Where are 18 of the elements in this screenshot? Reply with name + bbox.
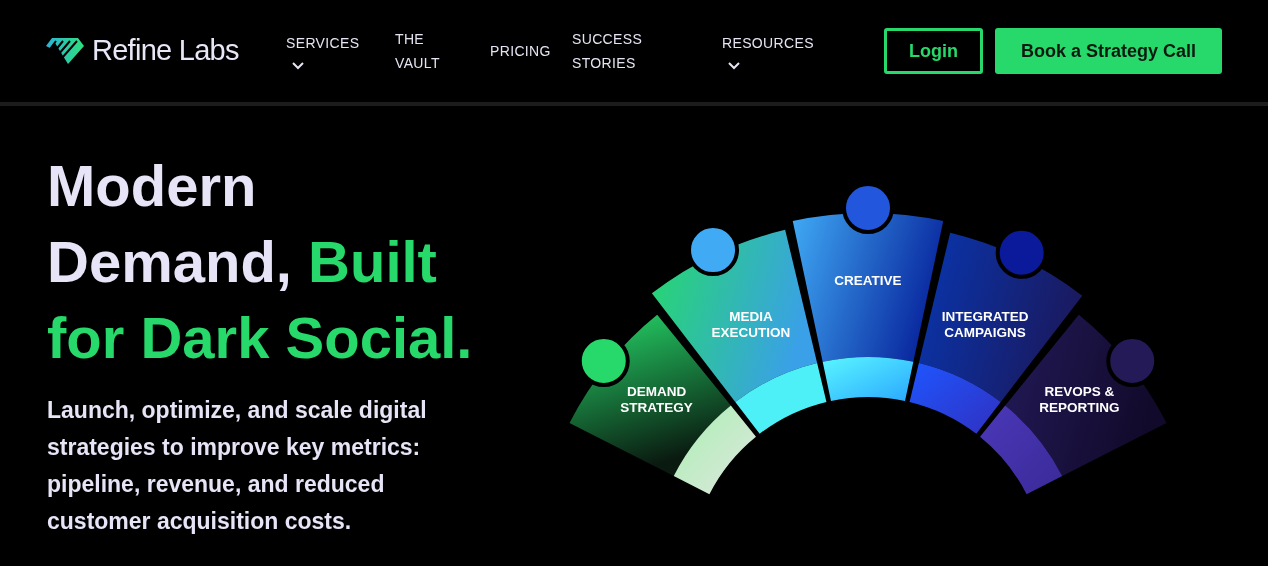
book-call-button[interactable]: Book a Strategy Call — [994, 28, 1222, 74]
headline: Modern Demand, Built for Dark Social. — [47, 152, 474, 372]
segment-label: CREATIVE — [834, 273, 902, 288]
segment-label: REVOPS & REPORTING — [1039, 383, 1120, 415]
nav-link[interactable]: RESOURCES — [722, 31, 842, 71]
segment-label: DEMAND STRATEGY — [620, 383, 693, 415]
logo-icon — [46, 38, 84, 64]
segment-label: INTEGRATED CAMPAIGNS — [941, 309, 1029, 341]
nav-link[interactable]: SERVICES — [286, 31, 395, 71]
login-button[interactable]: Login — [883, 28, 983, 74]
chevron-down-icon[interactable] — [727, 61, 741, 71]
segment-label: MEDIA EXECUTION — [711, 309, 791, 341]
hero-description: Launch, optimize, and scale digital strategies to improve key metrics: pipeline, revenue, and reduced customer acquisition costs. — [47, 396, 428, 536]
logo-text[interactable]: Refine Labs — [92, 29, 239, 73]
nav-link[interactable]: THE VAULT — [395, 27, 490, 75]
chevron-down-icon[interactable] — [291, 61, 305, 71]
nav-link[interactable]: PRICING — [490, 39, 572, 63]
nav-link[interactable]: SUCCESS STORIES — [572, 27, 722, 75]
